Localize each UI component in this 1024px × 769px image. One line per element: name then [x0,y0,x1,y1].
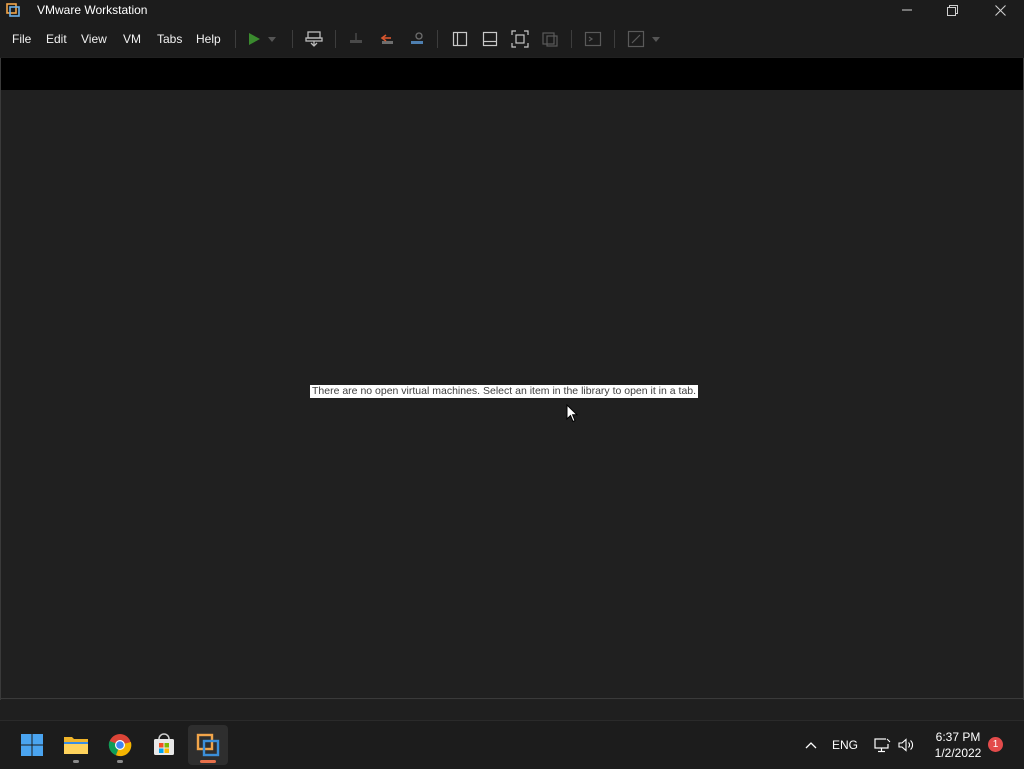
taskbar-vmware-workstation[interactable] [188,725,228,765]
menu-tabs[interactable]: Tabs [157,31,182,47]
toolbar-separator [571,30,572,48]
chrome-icon [108,734,132,757]
menu-view[interactable]: View [81,31,107,47]
start-icon [21,734,43,756]
power-dropdown-icon[interactable] [266,29,278,49]
language-indicator[interactable]: ENG [830,721,860,769]
stretch-guest-icon[interactable] [626,29,646,49]
menu-help[interactable]: Help [196,31,221,47]
restore-button[interactable] [929,0,975,20]
unity-icon[interactable] [540,29,560,49]
network-icon[interactable] [872,721,892,769]
close-button[interactable] [977,0,1023,20]
console-view-icon[interactable] [583,29,603,49]
notification-badge[interactable]: 1 [988,737,1003,752]
taskbar-chrome[interactable] [100,725,140,765]
toolbar-separator [292,30,293,48]
running-indicator [73,760,79,763]
vmware-app-icon [6,3,20,17]
show-library-icon[interactable] [450,29,470,49]
full-screen-icon[interactable] [510,29,530,49]
vmware-window: VMware Workstation File Edit View VM Tab… [0,0,1024,700]
window-title: VMware Workstation [37,3,148,17]
start-button[interactable] [12,725,52,765]
vmware-workstation-icon [196,733,220,757]
microsoft-store-icon [154,733,174,755]
taskbar-file-explorer[interactable] [56,725,96,765]
chevron-up-icon [805,742,817,749]
power-on-icon[interactable] [244,29,264,49]
clock-time: 6:37 PM [935,730,981,744]
windows-taskbar: ENG 6:37 PM 1/2/2022 [0,720,1024,769]
snapshot-manager-icon[interactable] [407,29,427,49]
revert-snapshot-icon[interactable] [377,29,397,49]
running-indicator [117,760,123,763]
menu-file[interactable]: File [12,31,31,47]
menu-toolbar: File Edit View VM Tabs Help [0,20,1024,57]
title-bar[interactable]: VMware Workstation [0,0,1024,20]
toolbar-separator [235,30,236,48]
no-open-vms-message: There are no open virtual machines. Sele… [310,385,699,398]
send-ctrl-alt-del-icon[interactable] [304,29,324,49]
taskbar-clock[interactable]: 6:37 PM 1/2/2022 [920,729,996,761]
active-indicator [200,760,216,763]
snapshot-icon[interactable] [346,29,366,49]
menu-vm[interactable]: VM [123,31,141,47]
show-thumbnail-bar-icon[interactable] [480,29,500,49]
mouse-cursor-icon [566,403,579,428]
clock-date: 1/2/2022 [934,746,982,760]
show-hidden-icons-button[interactable] [800,721,822,769]
toolbar-separator [335,30,336,48]
toolbar-separator [614,30,615,48]
file-explorer-icon [64,737,88,754]
minimize-button[interactable] [884,0,930,20]
volume-icon[interactable] [896,721,916,769]
taskbar-microsoft-store[interactable] [144,725,184,765]
stretch-dropdown-icon[interactable] [650,29,662,49]
toolbar-separator [437,30,438,48]
menu-edit[interactable]: Edit [46,31,67,47]
vm-tab-strip[interactable] [1,58,1023,90]
